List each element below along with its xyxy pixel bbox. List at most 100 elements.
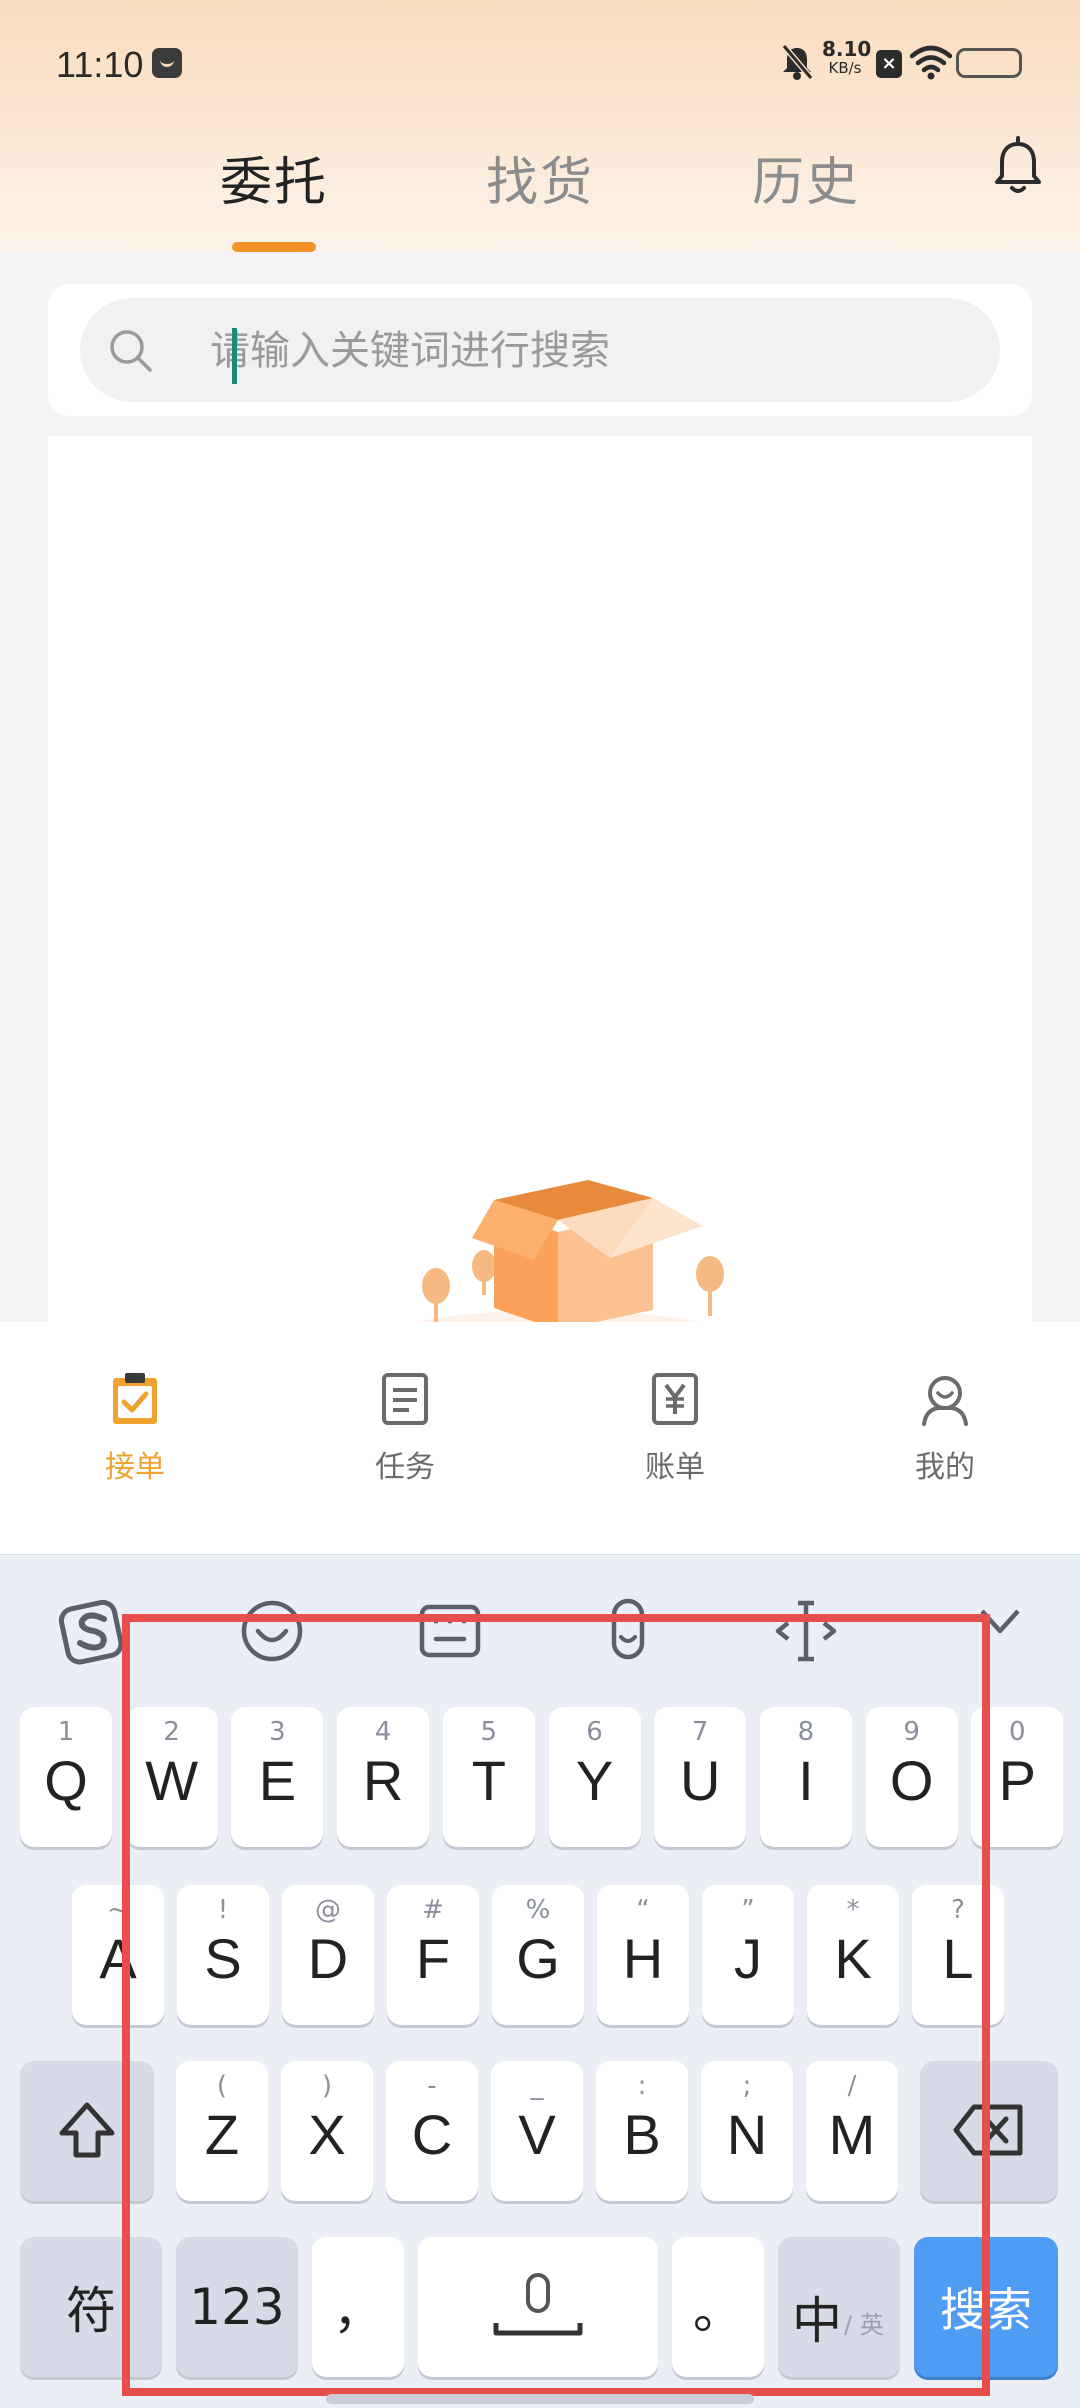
key-letter: L	[942, 1927, 974, 1990]
tab-find-goods[interactable]: 找货	[486, 140, 594, 215]
backspace-key[interactable]	[920, 2061, 1058, 2201]
key-letter: R	[362, 1749, 404, 1812]
soft-keyboard: 1Q2W3E4R5T6Y7U8I9O0P ~ A! S @ D # F% G “H” J * K? L …	[0, 1554, 1080, 2408]
key-y[interactable]: 6Y	[548, 1707, 641, 1847]
space-key[interactable]	[418, 2237, 658, 2377]
key-hint: ”	[741, 1895, 755, 1925]
period-key[interactable]: 。	[672, 2237, 764, 2377]
wifi-icon	[910, 45, 952, 80]
key-d[interactable]: @ D	[282, 1885, 374, 2025]
key-b[interactable]: :B	[596, 2061, 688, 2201]
space-voice-icon	[493, 2273, 583, 2336]
key-hint: @	[315, 1895, 341, 1925]
backspace-icon	[953, 2104, 1023, 2156]
emoji-icon[interactable]	[232, 1591, 312, 1671]
key-l[interactable]: ? L	[912, 1885, 1004, 2025]
user-icon	[922, 1376, 968, 1426]
language-main-label: 中	[792, 2292, 842, 2350]
top-tabs: 委托 找货 历史	[0, 140, 1080, 252]
key-letter: D	[307, 1927, 349, 1990]
key-letter: C	[411, 2103, 453, 2166]
key-g[interactable]: % G	[492, 1885, 584, 2025]
voice-icon[interactable]	[588, 1591, 668, 1671]
key-v[interactable]: _ V	[491, 2061, 583, 2201]
key-w[interactable]: 2W	[125, 1707, 218, 1847]
key-letter: O	[889, 1749, 934, 1812]
nav-label-bills: 账单	[645, 1450, 705, 1485]
key-e[interactable]: 3E	[231, 1707, 324, 1847]
bottom-navigation: 接单 任务 账单 我的	[0, 1322, 1080, 1554]
key-s[interactable]: ! S	[177, 1885, 269, 2025]
key-letter: G	[516, 1927, 560, 1990]
key-letter: P	[998, 1749, 1036, 1812]
shift-key[interactable]	[20, 2061, 154, 2201]
search-enter-key[interactable]: 搜索	[914, 2237, 1058, 2377]
home-indicator	[326, 2394, 754, 2404]
no-sim-icon: ×	[876, 50, 902, 78]
battery-icon	[956, 48, 1022, 78]
key-t[interactable]: 5T	[442, 1707, 535, 1847]
search-box[interactable]	[80, 298, 1000, 402]
key-hint: :	[637, 2071, 647, 2101]
numbers-key[interactable]: 123	[176, 2237, 298, 2377]
key-hint: 7	[691, 1717, 709, 1747]
keyboard-layout-icon[interactable]	[410, 1591, 490, 1671]
nav-item-tasks[interactable]: 任务	[315, 1370, 495, 1486]
search-card	[48, 284, 1032, 416]
key-hint: *	[846, 1895, 860, 1925]
key-x[interactable]: ) X	[281, 2061, 373, 2201]
key-k[interactable]: * K	[807, 1885, 899, 2025]
key-m[interactable]: / M	[806, 2061, 898, 2201]
key-hint: _	[530, 2071, 544, 2101]
notification-bell-icon[interactable]	[992, 134, 1044, 196]
key-c[interactable]: -C	[386, 2061, 478, 2201]
key-letter: I	[798, 1749, 814, 1812]
document-icon	[382, 1373, 428, 1425]
nav-item-orders[interactable]: 接单	[45, 1370, 225, 1486]
key-f[interactable]: # F	[387, 1885, 479, 2025]
symbols-key[interactable]: 符	[20, 2237, 162, 2377]
yen-bill-icon	[652, 1373, 698, 1425]
network-speed: 8.10 KB/s	[822, 39, 871, 78]
tab-entrust[interactable]: 委托	[220, 140, 328, 215]
key-h[interactable]: “H	[597, 1885, 689, 2025]
search-icon	[110, 330, 152, 372]
collapse-icon[interactable]	[960, 1591, 1040, 1671]
cursor-icon[interactable]	[766, 1591, 846, 1671]
key-z[interactable]: (Z	[176, 2061, 268, 2201]
key-letter: S	[204, 1927, 242, 1990]
shift-icon	[59, 2102, 115, 2158]
key-letter: J	[734, 1927, 762, 1990]
key-n[interactable]: ; N	[701, 2061, 793, 2201]
key-letter: M	[828, 2103, 876, 2166]
key-u[interactable]: 7U	[654, 1707, 747, 1847]
search-input[interactable]	[210, 316, 970, 386]
search-enter-label: 搜索	[940, 2283, 1032, 2337]
language-alt-label: / 英	[844, 2311, 884, 2339]
key-hint: ~	[107, 1895, 129, 1925]
nav-label-profile: 我的	[915, 1450, 975, 1485]
key-o[interactable]: 9O	[865, 1707, 958, 1847]
nav-item-profile[interactable]: 我的	[855, 1370, 1035, 1486]
key-i[interactable]: 8I	[759, 1707, 852, 1847]
status-bar: 11:10 8.10 KB/s ×	[0, 30, 1080, 100]
key-a[interactable]: ~ A	[72, 1885, 164, 2025]
key-j[interactable]: ” J	[702, 1885, 794, 2025]
language-switch-key[interactable]: 中 / 英	[778, 2237, 900, 2377]
key-q[interactable]: 1Q	[20, 1707, 112, 1847]
key-hint: 4	[374, 1717, 392, 1747]
key-r[interactable]: 4R	[337, 1707, 430, 1847]
key-hint: ?	[951, 1895, 965, 1925]
sogou-logo-icon[interactable]	[52, 1591, 132, 1671]
nav-item-bills[interactable]: 账单	[585, 1370, 765, 1486]
tab-history[interactable]: 历史	[752, 140, 860, 215]
key-hint: ;	[742, 2071, 752, 2101]
key-letter: V	[518, 2103, 556, 2166]
symbols-key-label: 符	[66, 2282, 116, 2340]
key-letter: A	[99, 1927, 137, 1990]
key-letter: X	[308, 2103, 346, 2166]
key-hint: 2	[163, 1717, 180, 1747]
key-p[interactable]: 0P	[971, 1707, 1064, 1847]
comma-key[interactable]: ，	[312, 2237, 404, 2377]
period-key-label: 。	[693, 2282, 743, 2340]
